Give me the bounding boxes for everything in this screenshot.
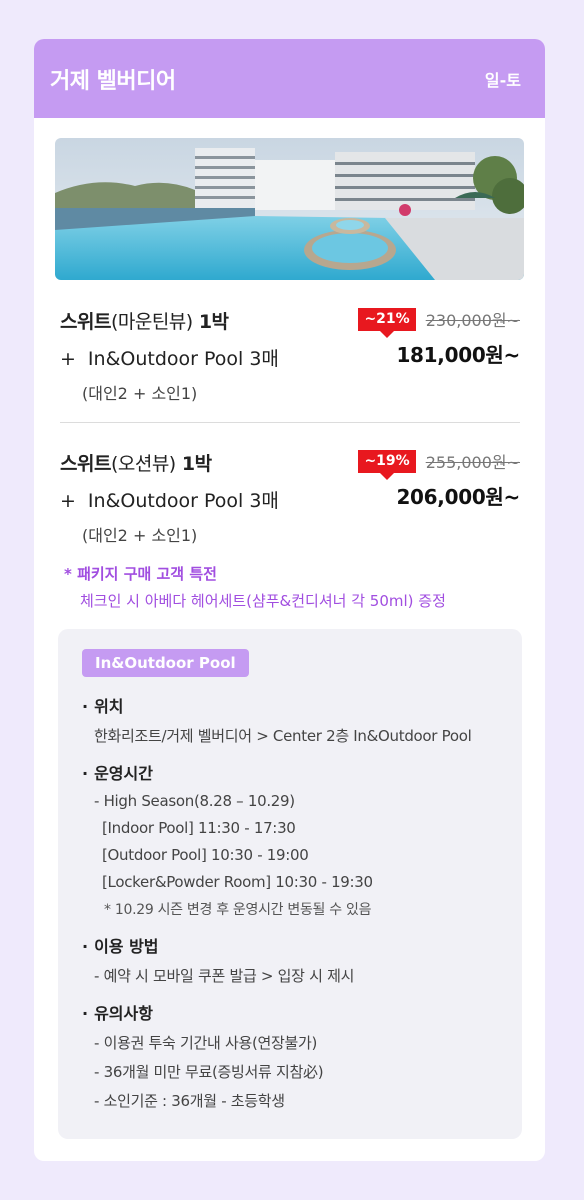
caution-item: - 36개월 미만 무료(증빙서류 지참必) — [94, 1063, 324, 1081]
card-header: 거제 벨버디어 일-토 — [34, 39, 545, 118]
season-text: - High Season(8.28 – 10.29) — [94, 792, 295, 810]
bullet: · — [82, 937, 89, 956]
usage-title: · 이용 방법 — [82, 933, 522, 957]
usage-text: - 예약 시 모바일 쿠폰 발급 > 입장 시 제시 — [94, 967, 355, 985]
location-text: 한화리조트/거제 벨버디어 > Center 2층 In&Outdoor Poo… — [94, 727, 472, 745]
original-price: 255,000원~ — [425, 453, 520, 472]
price-box: ~19% 255,000원~ 206,000원~ — [340, 449, 520, 510]
room-view: (오션뷰) — [110, 453, 176, 475]
room-type: 스위트 — [60, 311, 111, 333]
hours-note: * 10.29 시즌 변경 후 운영시간 변동될 수 있음 — [104, 902, 372, 918]
valid-days: 일-토 — [484, 70, 521, 90]
bullet: · — [82, 1004, 89, 1023]
outdoor-hours: [Outdoor Pool] 10:30 - 19:00 — [102, 846, 309, 864]
caution-title: · 유의사항 — [82, 1000, 522, 1024]
pool-tickets: In&Outdoor Pool 3매 — [87, 490, 279, 512]
price-box: ~21% 230,000원~ 181,000원~ — [340, 307, 520, 368]
locker-hours: [Locker&Powder Room] 10:30 - 19:30 — [102, 873, 373, 891]
location-title: · 위치 — [82, 693, 522, 717]
hours-title: · 운영시간 — [82, 760, 522, 784]
sale-price: 181,000원~ — [396, 343, 520, 367]
caution-title-text: 유의사항 — [94, 1004, 153, 1023]
hotel-title: 거제 벨버디어 — [50, 68, 176, 94]
pool-tickets: In&Outdoor Pool 3매 — [87, 348, 279, 370]
room-view: (마운틴뷰) — [110, 311, 193, 333]
discount-badge: ~19% — [358, 449, 416, 480]
guest-count: (대인2 + 소인1) — [82, 384, 198, 403]
benefit-title: * 패키지 구매 고객 특전 — [64, 565, 217, 583]
nights: 1박 — [181, 453, 212, 475]
package-card: 거제 벨버디어 일-토 스위트(마운틴뷰) 1박 + In&Outdoor Po… — [34, 39, 545, 1161]
pool-info-box: In&Outdoor Pool · 위치 한화리조트/거제 벨버디어 > Cent… — [58, 629, 522, 1139]
hours-title-text: 운영시간 — [94, 764, 153, 783]
original-price: 230,000원~ — [425, 311, 520, 330]
caution-section: · 유의사항 - 이용권 투숙 기간내 사용(연장불가) - 36개월 미만 무료… — [82, 1000, 522, 1111]
location-title-text: 위치 — [94, 697, 124, 716]
purchase-benefit: * 패키지 구매 고객 특전 체크인 시 아베다 헤어세트(샴푸&컨디셔너 각 … — [64, 563, 524, 611]
offer-mountain-view[interactable]: 스위트(마운틴뷰) 1박 + In&Outdoor Pool 3매 (대인2 + … — [60, 307, 520, 404]
hours-section: · 운영시간 - High Season(8.28 – 10.29) [Indoo… — [82, 760, 522, 919]
hotel-pool-photo — [55, 138, 524, 280]
sale-price: 206,000원~ — [396, 485, 520, 509]
pool-tag: In&Outdoor Pool — [82, 649, 249, 677]
offer-ocean-view[interactable]: 스위트(오션뷰) 1박 + In&Outdoor Pool 3매 (대인2 + 소… — [60, 449, 520, 546]
bullet: · — [82, 697, 89, 716]
plus-sign: + — [60, 490, 76, 512]
caution-item: - 소인기준 : 36개월 - 초등학생 — [94, 1092, 285, 1110]
usage-section: · 이용 방법 - 예약 시 모바일 쿠폰 발급 > 입장 시 제시 — [82, 933, 522, 986]
indoor-hours: [Indoor Pool] 11:30 - 17:30 — [102, 819, 296, 837]
usage-title-text: 이용 방법 — [94, 937, 159, 956]
bullet: · — [82, 764, 89, 783]
benefit-description: 체크인 시 아베다 헤어세트(샴푸&컨디셔너 각 50ml) 증정 — [80, 592, 446, 610]
room-type: 스위트 — [60, 453, 111, 475]
discount-badge: ~21% — [358, 307, 416, 338]
location-section: · 위치 한화리조트/거제 벨버디어 > Center 2층 In&Outdoor… — [82, 693, 522, 746]
offer-divider — [60, 422, 520, 423]
nights: 1박 — [198, 311, 229, 333]
plus-sign: + — [60, 348, 76, 370]
caution-item: - 이용권 투숙 기간내 사용(연장불가) — [94, 1034, 318, 1052]
guest-count: (대인2 + 소인1) — [82, 526, 198, 545]
